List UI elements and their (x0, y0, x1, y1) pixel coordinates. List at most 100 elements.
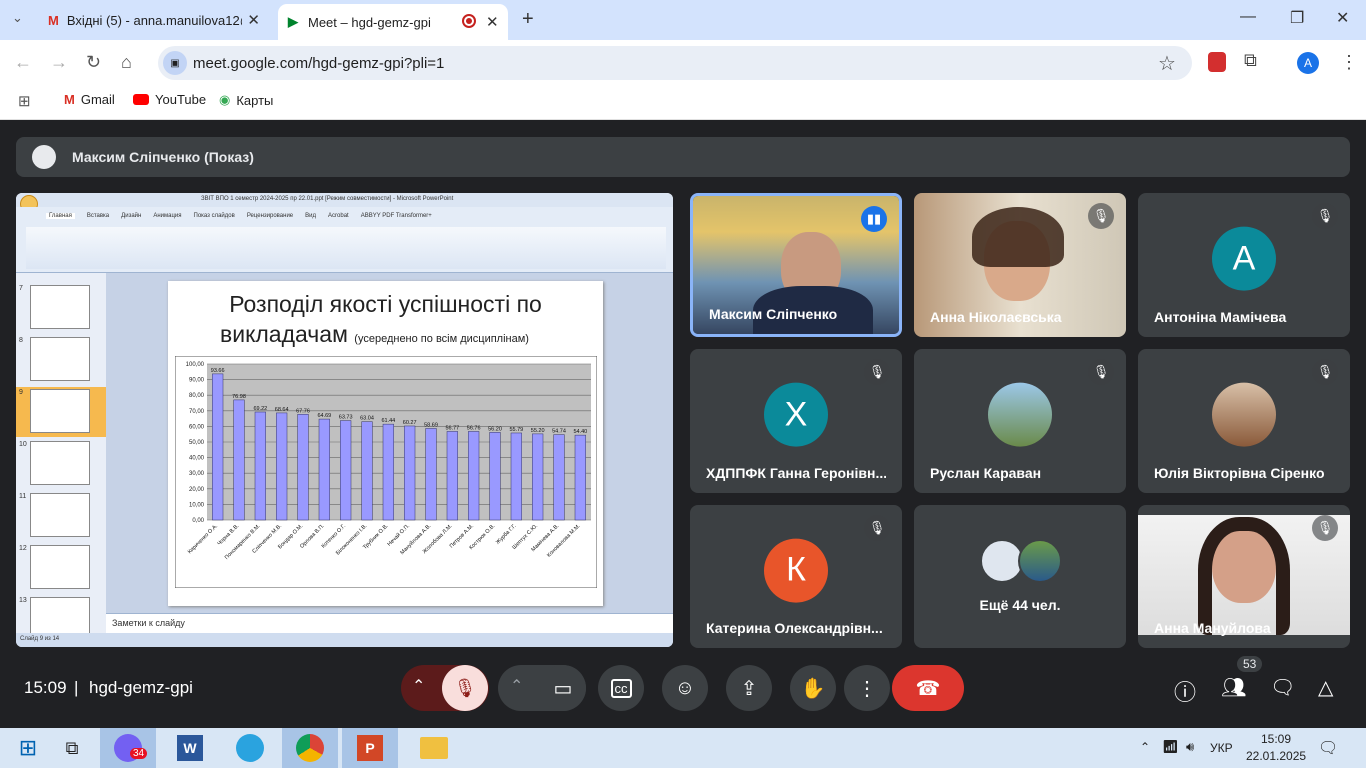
participant-tile[interactable]: К 🎙︎ Катерина Олександрівн... (690, 505, 902, 648)
bookmark-youtube[interactable]: YouTube (133, 92, 206, 107)
profile-avatar[interactable]: A (1297, 52, 1319, 74)
forward-icon[interactable]: → (50, 52, 68, 73)
site-info-icon[interactable]: ▣ (163, 51, 187, 75)
slide-thumbnail[interactable]: 12 (16, 543, 106, 593)
people-count-badge: 53 (1237, 656, 1263, 672)
thumbnail-image (30, 389, 90, 433)
ribbon-tab[interactable]: Вставка (87, 213, 109, 219)
ribbon-tab[interactable]: Показ слайдов (194, 213, 235, 219)
taskbar-telegram[interactable] (222, 728, 278, 768)
menu-kebab-icon[interactable]: ⋮ (1340, 52, 1358, 73)
camera-button[interactable]: ▭ (540, 665, 586, 711)
participant-tile[interactable]: 🎙︎ Анна Мануйлова (1138, 505, 1350, 648)
windows-logo-icon: ⊞ (18, 735, 38, 760)
participant-tile[interactable]: 🎙︎ Юлія Вікторівна Сіренко (1138, 349, 1350, 493)
data-label: 64.69 (317, 413, 331, 419)
home-icon[interactable]: ⌂ (121, 52, 132, 73)
captions-button[interactable]: cc (598, 665, 644, 711)
more-options-button[interactable]: ⋮ (844, 665, 890, 711)
people-icon[interactable]: 👥︎ (1221, 675, 1246, 700)
apps-grid-icon[interactable]: ⊞ (18, 92, 31, 110)
bar-chart: 0,00 10,00 20,00 30,00 40,00 50,00 60,00 70,00 8… (175, 356, 597, 588)
bookmark-gmail[interactable]: M Gmail (64, 92, 115, 107)
tab-meet[interactable]: ▶ Meet – hgd-gemz-gpi ✕ (278, 4, 508, 40)
extension-icon[interactable] (1208, 52, 1226, 72)
notes-pane[interactable] (106, 613, 673, 633)
window-close-icon[interactable]: ✕ (1336, 8, 1349, 28)
ppt-statusbar (16, 633, 673, 647)
ribbon-tab[interactable]: ABBYY PDF Transformer+ (361, 213, 432, 219)
activities-icon[interactable]: △ (1318, 675, 1333, 700)
ribbon-tab[interactable]: Рецензирование (247, 213, 293, 219)
participant-tile[interactable]: 🎙︎ Анна Ніколаєвська (914, 193, 1126, 337)
language-indicator[interactable]: УКР (1210, 741, 1233, 755)
taskbar-word[interactable]: W (162, 728, 218, 768)
taskbar-viber[interactable]: 34 (100, 728, 156, 768)
present-button[interactable]: ⇪ (726, 665, 772, 711)
notifications-icon[interactable]: 🗨︎ (1318, 738, 1338, 758)
thumbnail-image (30, 493, 90, 537)
thumbnail-image (30, 545, 90, 589)
hand-icon: ✋ (800, 677, 826, 700)
more-participants-tile[interactable]: Ещё 44 чел. (914, 505, 1126, 648)
mic-off-icon: 🎙︎ (1088, 359, 1114, 385)
mic-off-icon: 🎙︎ (1088, 203, 1114, 229)
extensions-puzzle-icon[interactable]: ⧉ (1244, 50, 1257, 71)
participant-tile[interactable]: ▮▮ Максим Сліпченко (690, 193, 902, 337)
ribbon-tab[interactable]: Главная (46, 213, 75, 219)
task-view-button[interactable]: ⧉ (44, 728, 100, 768)
bar (233, 399, 245, 521)
ribbon-tab[interactable]: Вид (305, 213, 316, 219)
taskbar-chrome[interactable] (282, 728, 338, 768)
slide-thumbnail[interactable]: 8 (16, 335, 106, 385)
gmail-icon: M (48, 12, 59, 28)
participant-tile[interactable]: А 🎙︎ Антоніна Мамічева (1138, 193, 1350, 337)
slide-thumbnail[interactable]: 9 (16, 387, 106, 437)
participant-tile[interactable]: 🎙︎ Руслан Караван (914, 349, 1126, 493)
y-tick-label: 0,00 (192, 518, 204, 524)
close-icon[interactable]: ✕ (247, 11, 260, 29)
mic-options-chevron-icon[interactable]: ⌃ (412, 676, 425, 696)
mic-off-button[interactable]: 🎙︎ (442, 665, 488, 711)
meeting-info-icon[interactable]: ⓘ (1174, 675, 1196, 707)
slide-thumbnail[interactable]: 11 (16, 491, 106, 541)
reload-icon[interactable]: ↻ (86, 52, 101, 73)
url-text[interactable]: meet.google.com/hgd-gemz-gpi?pli=1 (193, 55, 444, 72)
new-tab-icon[interactable]: + (522, 8, 534, 31)
clock[interactable]: 15:09 22.01.2025 (1246, 732, 1306, 763)
separator: | (74, 678, 79, 697)
tab-search-icon[interactable]: ⌄ (12, 10, 23, 26)
chat-icon[interactable]: 🗨︎ (1270, 675, 1295, 700)
leave-call-button[interactable]: ☎ (892, 665, 964, 711)
data-label: 55.79 (509, 427, 523, 433)
taskbar-explorer[interactable] (406, 728, 462, 768)
participant-tile[interactable]: Х 🎙︎ ХДППФК Ганна Геронівн... (690, 349, 902, 493)
tab-gmail[interactable]: M Вхідні (5) - anna.manuilova12@ ✕ (38, 0, 270, 40)
minimize-icon[interactable]: — (1240, 8, 1256, 26)
ribbon-tab[interactable]: Анимация (153, 213, 181, 219)
data-label: 58.69 (424, 422, 438, 428)
word-icon: W (177, 735, 203, 761)
mic-off-icon: 🎙︎ (864, 515, 890, 541)
restore-icon[interactable]: ❐ (1290, 8, 1304, 28)
ribbon-tab[interactable]: Дизайн (121, 213, 141, 219)
slide-thumbnail[interactable]: 7 (16, 283, 106, 333)
close-icon[interactable]: ✕ (486, 13, 499, 31)
slide-thumbnail[interactable]: 10 (16, 439, 106, 489)
thumbnail-number: 13 (19, 597, 27, 604)
back-icon[interactable]: ← (14, 52, 32, 73)
tab-label: Вхідні (5) - anna.manuilova12@ (66, 12, 242, 28)
bookmark-maps[interactable]: ◉ Карты (219, 92, 273, 108)
ribbon-tab[interactable]: Acrobat (328, 213, 349, 219)
bookmark-star-icon[interactable]: ☆ (1158, 51, 1176, 76)
tray-chevron-icon[interactable]: ⌃ (1140, 740, 1150, 754)
y-tick-label: 10,00 (189, 502, 205, 508)
taskbar-powerpoint[interactable]: P (342, 728, 398, 768)
network-icon[interactable]: 📶︎ (1162, 739, 1179, 755)
reactions-button[interactable]: ☺ (662, 665, 708, 711)
camera-options-chevron-icon[interactable]: ⌃ (510, 676, 523, 696)
bar (340, 420, 352, 521)
raise-hand-button[interactable]: ✋ (790, 665, 836, 711)
bookmark-label: Gmail (80, 92, 115, 107)
volume-icon[interactable]: 🔊︎ (1186, 739, 1194, 755)
